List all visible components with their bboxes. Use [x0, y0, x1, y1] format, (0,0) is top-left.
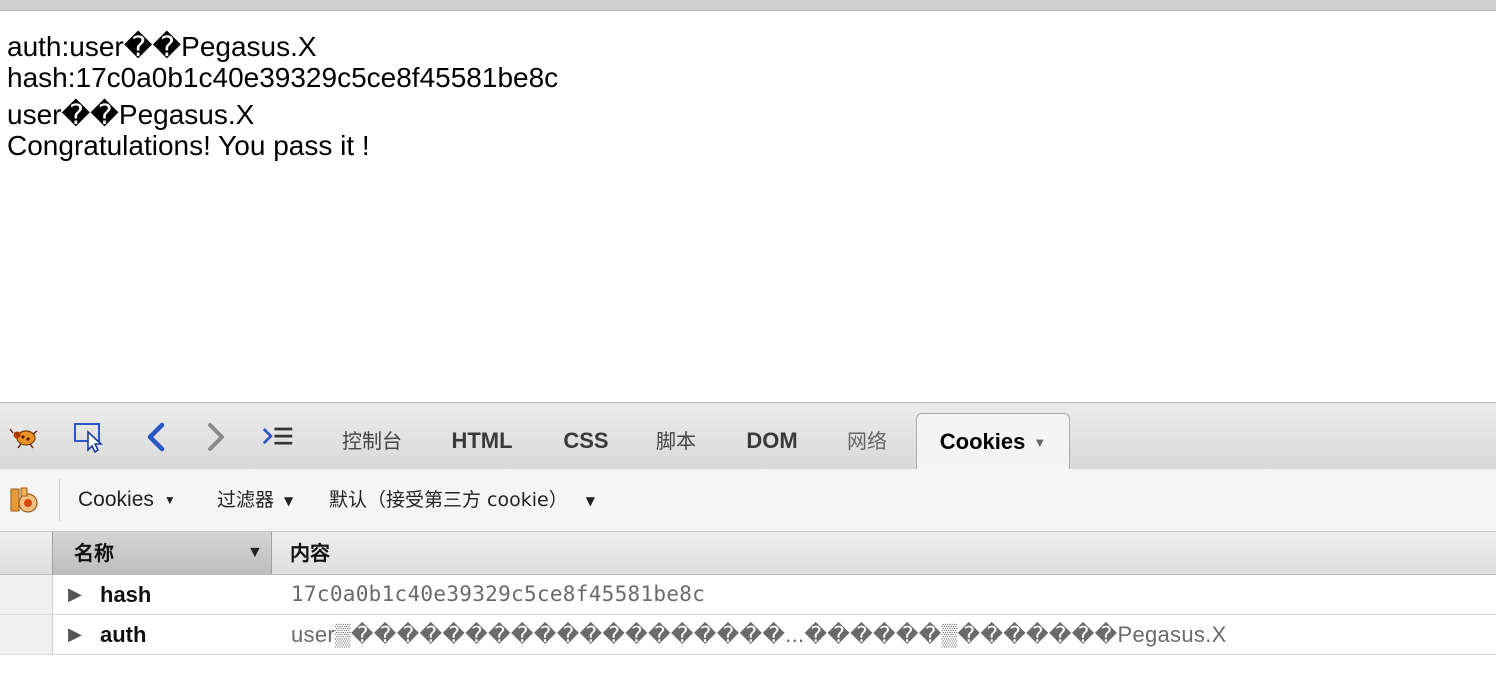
- cookie-row-hash[interactable]: ▶ hash 17c0a0b1c40e39329c5ce8f45581be8c: [0, 575, 1496, 615]
- user-output-line: user��Pegasus.X: [7, 99, 255, 130]
- chevron-down-icon: ▼: [284, 493, 294, 508]
- browser-top-edge: [0, 0, 1496, 11]
- filter-menu-label: 过滤器: [217, 489, 275, 511]
- congratulations-line: Congratulations! You pass it !: [7, 130, 370, 161]
- cookie-name: hash: [100, 582, 152, 607]
- cookie-policy-label: 默认（接受第三方 cookie）: [329, 489, 568, 511]
- cookie-name: auth: [100, 622, 147, 647]
- tab-console[interactable]: 控制台: [330, 421, 414, 461]
- page-content: auth:user��Pegasus.X hash:17c0a0b1c40e39…: [7, 31, 1487, 161]
- tab-script[interactable]: 脚本: [644, 421, 708, 461]
- tab-cookies[interactable]: Cookies ▼: [916, 413, 1070, 470]
- expand-arrow-icon[interactable]: ▶: [68, 615, 82, 654]
- back-icon[interactable]: [140, 421, 172, 453]
- column-header-content[interactable]: 内容: [290, 532, 330, 574]
- filter-menu[interactable]: 过滤器 ▼: [217, 469, 293, 531]
- tab-dom[interactable]: DOM: [734, 421, 810, 461]
- cookie-row-auth[interactable]: ▶ auth user▒�������������������...������…: [0, 615, 1496, 655]
- cookie-value: 17c0a0b1c40e39329c5ce8f45581be8c: [291, 582, 706, 606]
- command-line-icon[interactable]: [262, 421, 294, 453]
- cookies-menu[interactable]: Cookies ▼: [78, 469, 176, 531]
- hash-output-line: hash:17c0a0b1c40e39329c5ce8f45581be8c: [7, 62, 559, 93]
- tab-css[interactable]: CSS: [550, 421, 622, 461]
- chevron-down-icon: ▼: [585, 493, 595, 508]
- firebug-toolbar: 控制台 HTML CSS 脚本 DOM 网络 Cookies ▼: [0, 402, 1496, 470]
- auth-output-line: auth:user��Pegasus.X: [7, 31, 317, 62]
- inspect-icon[interactable]: [74, 421, 106, 453]
- toolbar-separator: [59, 479, 60, 521]
- row-gutter: [0, 615, 53, 654]
- column-name-label: 名称: [74, 541, 114, 565]
- cookies-subtoolbar: Cookies ▼ 过滤器 ▼ 默认（接受第三方 cookie） ▼: [0, 469, 1496, 532]
- tab-net[interactable]: 网络: [834, 421, 900, 461]
- tab-cookies-label: Cookies: [939, 429, 1026, 454]
- chevron-down-icon: ▼: [1033, 435, 1047, 451]
- cookies-table-header: 名称 ▼ 内容: [0, 532, 1496, 575]
- forward-icon[interactable]: [200, 421, 232, 453]
- cookies-menu-label: Cookies: [78, 488, 154, 511]
- cookie-policy-menu[interactable]: 默认（接受第三方 cookie） ▼: [329, 469, 595, 531]
- sort-arrow-icon: ▼: [247, 544, 263, 561]
- column-header-name[interactable]: 名称 ▼: [52, 532, 272, 574]
- firebug-panel: 控制台 HTML CSS 脚本 DOM 网络 Cookies ▼ Cookies ▼…: [0, 402, 1496, 700]
- expand-arrow-icon[interactable]: ▶: [68, 575, 82, 614]
- cookie-breakpoint-icon[interactable]: [8, 484, 40, 516]
- chevron-down-icon: ▼: [163, 493, 176, 508]
- firebug-icon[interactable]: [8, 421, 40, 453]
- tab-html[interactable]: HTML: [440, 421, 524, 461]
- row-gutter: [0, 575, 53, 614]
- cookie-value: user▒�������������������...������▒������…: [291, 622, 1227, 647]
